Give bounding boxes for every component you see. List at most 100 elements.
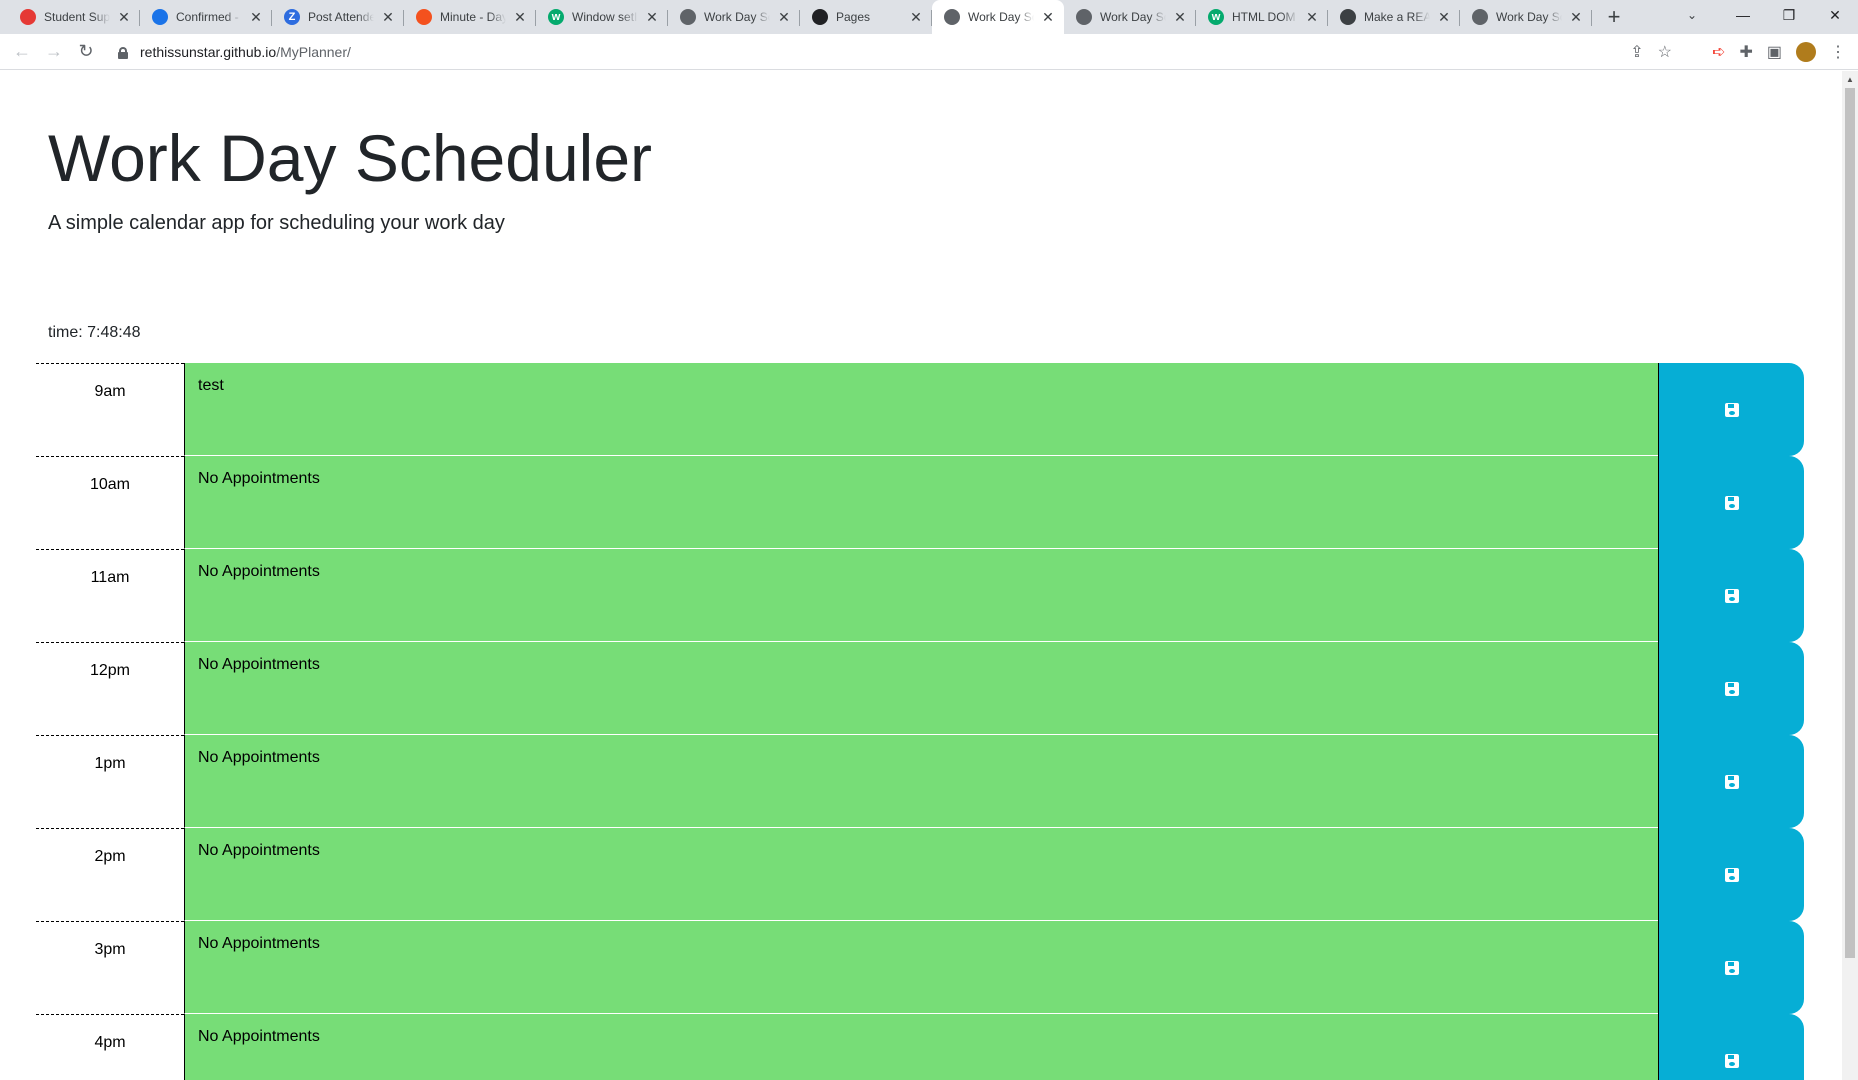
time-block-row: 12pm No Appointments <box>36 642 1804 735</box>
tab-favicon-icon: w <box>1208 9 1224 25</box>
close-tab-icon[interactable]: ✕ <box>1568 9 1584 25</box>
browser-tab[interactable]: w HTML DOM ✕ <box>1196 0 1328 34</box>
appointment-textarea[interactable]: No Appointments <box>184 921 1658 1014</box>
tab-title: Post Attende <box>308 10 374 24</box>
hour-label: 3pm <box>36 921 184 1014</box>
hour-label: 4pm <box>36 1014 184 1080</box>
browser-tab[interactable]: Z Post Attende ✕ <box>272 0 404 34</box>
browser-tab[interactable]: Make a REAL ✕ <box>1328 0 1460 34</box>
puzzle-extensions-icon[interactable]: ✚ <box>1739 42 1752 62</box>
floppy-disk-icon <box>1724 681 1739 696</box>
time-block-row: 1pm No Appointments <box>36 735 1804 828</box>
browser-tab[interactable]: Work Day Sc ✕ <box>1460 0 1592 34</box>
browser-tab-active[interactable]: Work Day Sc ✕ <box>932 0 1064 34</box>
browser-tab[interactable]: Work Day Sc ✕ <box>1064 0 1196 34</box>
hour-label: 1pm <box>36 735 184 828</box>
close-tab-icon[interactable]: ✕ <box>1304 9 1320 25</box>
scroll-up-icon[interactable]: ▲ <box>1842 71 1858 87</box>
tab-title: Work Day Sc <box>1100 10 1166 24</box>
save-button[interactable] <box>1658 921 1804 1014</box>
floppy-disk-icon <box>1724 774 1739 789</box>
forward-arrow-icon[interactable]: → <box>38 36 70 68</box>
close-tab-icon[interactable]: ✕ <box>644 9 660 25</box>
url-path: /MyPlanner/ <box>276 44 351 60</box>
tab-title: Pages <box>836 10 871 24</box>
share-icon[interactable]: ⇪ <box>1630 42 1643 62</box>
save-button[interactable] <box>1658 456 1804 549</box>
page-lead: A simple calendar app for scheduling you… <box>48 212 505 235</box>
side-panel-icon[interactable]: ▣ <box>1767 42 1782 62</box>
floppy-disk-icon <box>1724 402 1739 417</box>
close-tab-icon[interactable]: ✕ <box>116 9 132 25</box>
minimize-icon[interactable]: — <box>1720 0 1766 30</box>
browser-tab[interactable]: Work Day Sc ✕ <box>668 0 800 34</box>
tab-favicon-icon <box>416 9 432 25</box>
reload-icon[interactable]: ↻ <box>70 36 102 68</box>
time-block-row: 10am No Appointments <box>36 456 1804 549</box>
tab-favicon-icon <box>1076 9 1092 25</box>
vertical-scrollbar[interactable]: ▲ <box>1842 71 1858 1080</box>
close-window-icon[interactable]: ✕ <box>1812 0 1858 30</box>
hour-label: 9am <box>36 363 184 456</box>
floppy-disk-icon <box>1724 960 1739 975</box>
browser-tab[interactable]: Minute - Day ✕ <box>404 0 536 34</box>
close-tab-icon[interactable]: ✕ <box>1040 9 1056 25</box>
tab-title: Minute - Day <box>440 10 506 24</box>
save-button[interactable] <box>1658 642 1804 735</box>
browser-tab[interactable]: w Window setI ✕ <box>536 0 668 34</box>
close-tab-icon[interactable]: ✕ <box>248 9 264 25</box>
tab-favicon-icon <box>944 9 960 25</box>
current-time: time: 7:48:48 <box>48 324 141 341</box>
appointment-textarea[interactable]: No Appointments <box>184 549 1658 642</box>
close-tab-icon[interactable]: ✕ <box>1172 9 1188 25</box>
tab-list: Student Sup ✕ Confirmed - ✕ Z Post Attende ✕… <box>0 0 1628 34</box>
hour-label: 12pm <box>36 642 184 735</box>
extension-icon[interactable]: ➪ <box>1712 42 1725 62</box>
close-tab-icon[interactable]: ✕ <box>1436 9 1452 25</box>
window-controls: — ❐ ✕ <box>1720 0 1858 30</box>
appointment-textarea[interactable]: test <box>184 363 1658 456</box>
tab-favicon-icon: w <box>548 9 564 25</box>
appointment-textarea[interactable]: No Appointments <box>184 735 1658 828</box>
save-button[interactable] <box>1658 363 1804 456</box>
close-tab-icon[interactable]: ✕ <box>380 9 396 25</box>
bookmark-star-icon[interactable]: ☆ <box>1658 42 1672 62</box>
scrollbar-thumb[interactable] <box>1845 88 1855 958</box>
menu-kebab-icon[interactable]: ⋮ <box>1830 42 1846 62</box>
appointment-textarea[interactable]: No Appointments <box>184 1014 1658 1080</box>
time-block-row: 4pm No Appointments <box>36 1014 1804 1080</box>
restore-icon[interactable]: ❐ <box>1766 0 1812 30</box>
tab-search-chevron-icon[interactable]: ⌄ <box>1676 0 1708 30</box>
floppy-disk-icon <box>1724 867 1739 882</box>
close-tab-icon[interactable]: ✕ <box>512 9 528 25</box>
tab-title: Window setI <box>572 10 638 24</box>
tab-favicon-icon <box>20 9 36 25</box>
new-tab-icon[interactable]: + <box>1600 0 1628 34</box>
close-tab-icon[interactable]: ✕ <box>776 9 792 25</box>
save-button[interactable] <box>1658 828 1804 921</box>
hour-label: 11am <box>36 549 184 642</box>
appointment-textarea[interactable]: No Appointments <box>184 828 1658 921</box>
planner-container: 9am test 10am No Appointments 11am No Appoint… <box>36 363 1804 1080</box>
time-block-row: 9am test <box>36 363 1804 456</box>
tab-strip: Student Sup ✕ Confirmed - ✕ Z Post Attende ✕… <box>0 0 1858 34</box>
url-host: rethissunstar.github.io <box>140 44 277 60</box>
appointment-textarea[interactable]: No Appointments <box>184 642 1658 735</box>
save-button[interactable] <box>1658 549 1804 642</box>
floppy-disk-icon <box>1724 1053 1739 1068</box>
save-button[interactable] <box>1658 1014 1804 1080</box>
appointment-textarea[interactable]: No Appointments <box>184 456 1658 549</box>
tab-favicon-icon <box>152 9 168 25</box>
save-button[interactable] <box>1658 735 1804 828</box>
floppy-disk-icon <box>1724 495 1739 510</box>
browser-tab[interactable]: Confirmed - ✕ <box>140 0 272 34</box>
page-title: Work Day Scheduler <box>48 121 653 195</box>
tab-title: Confirmed - <box>176 10 239 24</box>
close-tab-icon[interactable]: ✕ <box>908 9 924 25</box>
profile-avatar[interactable] <box>1796 42 1816 62</box>
browser-tab[interactable]: Pages ✕ <box>800 0 932 34</box>
lock-icon[interactable] <box>118 46 128 59</box>
back-arrow-icon[interactable]: ← <box>6 36 38 68</box>
address-bar[interactable]: rethissunstar.github.io/MyPlanner/ ⇪ ☆ <box>104 36 1694 68</box>
browser-tab[interactable]: Student Sup ✕ <box>8 0 140 34</box>
